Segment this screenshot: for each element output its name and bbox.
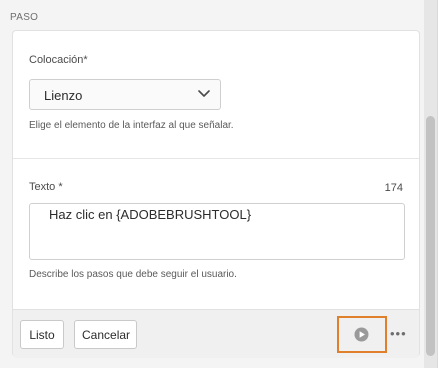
character-count: 174: [384, 182, 403, 194]
section-divider: [13, 158, 419, 159]
step-heading: PASO: [10, 12, 39, 23]
cancel-button[interactable]: Cancelar: [74, 320, 137, 349]
placement-dropdown-value: Lienzo: [44, 88, 83, 103]
placement-label: Colocación*: [29, 54, 88, 66]
panel-footer: Listo Cancelar •••: [13, 309, 419, 358]
vertical-scrollbar[interactable]: [424, 0, 437, 368]
window-edge: [437, 0, 444, 368]
text-field-label: Texto *: [29, 181, 63, 193]
more-horizontal-icon[interactable]: •••: [390, 327, 406, 340]
done-button[interactable]: Listo: [20, 320, 64, 349]
placement-help-text: Elige el elemento de la interfaz al que …: [29, 120, 234, 131]
placement-dropdown[interactable]: Lienzo: [29, 79, 221, 110]
play-circle-icon: [354, 327, 369, 342]
scrollbar-thumb[interactable]: [426, 116, 435, 356]
text-help-text: Describe los pasos que debe seguir el us…: [29, 269, 237, 280]
step-text-value: Haz clic en {ADOBEBRUSHTOOL}: [49, 207, 252, 222]
step-text-input[interactable]: Haz clic en {ADOBEBRUSHTOOL}: [29, 203, 405, 260]
step-panel: Colocación* Lienzo Elige el elemento de …: [12, 30, 420, 358]
chevron-down-icon: [198, 90, 210, 97]
preview-play-button[interactable]: [337, 316, 387, 353]
